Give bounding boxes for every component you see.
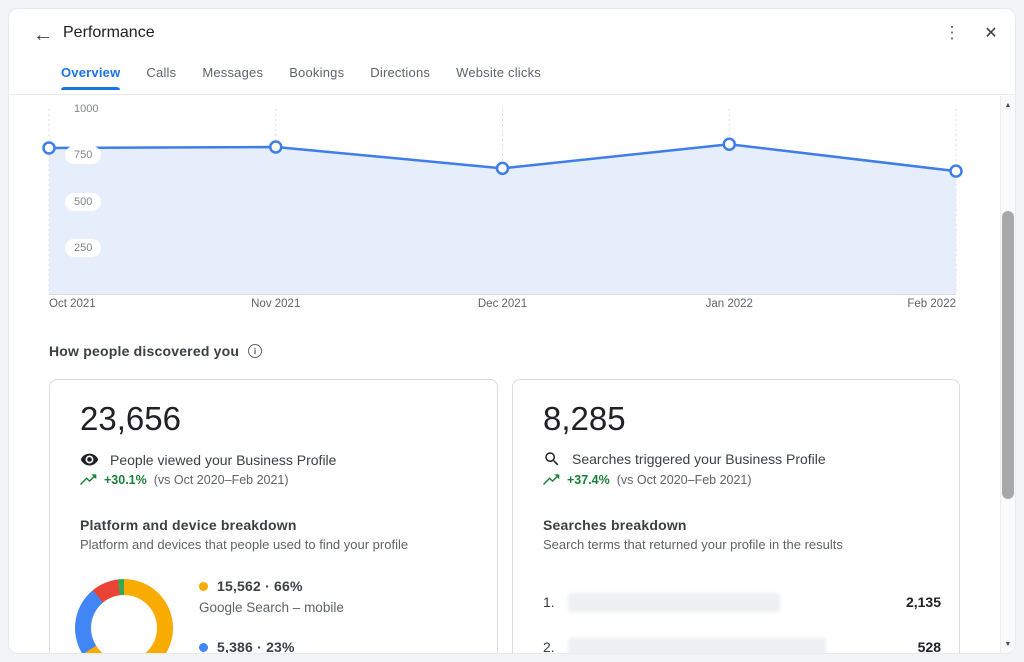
- views-delta-row: +30.1% (vs Oct 2020–Feb 2021): [80, 473, 289, 487]
- searches-breakdown-title: Searches breakdown: [543, 517, 687, 533]
- tab-messages[interactable]: Messages: [202, 58, 263, 90]
- views-delta: +30.1%: [104, 473, 147, 487]
- searches-breakdown-subtitle: Search terms that returned your profile …: [543, 537, 843, 552]
- searches-label: Searches triggered your Business Profile: [572, 451, 826, 467]
- trending-up-icon: [80, 474, 97, 486]
- search-icon: [543, 450, 561, 468]
- legend-item-mobile: 15,562 · 66%: [199, 578, 303, 594]
- card-profile-views: 23,656 People viewed your Business Profi…: [49, 379, 498, 654]
- platform-donut-chart[interactable]: [75, 579, 173, 654]
- search-term-row: 2. 528: [543, 636, 941, 654]
- search-term-value: 528: [918, 639, 941, 654]
- x-tick-label: Nov 2021: [236, 298, 316, 310]
- section-title-text: How people discovered you: [49, 343, 239, 359]
- legend-dot-orange: [199, 582, 208, 591]
- x-tick-label: Feb 2022: [876, 298, 956, 310]
- donut-hole: [91, 595, 157, 654]
- views-count: 23,656: [80, 400, 181, 438]
- views-trend-chart[interactable]: [9, 101, 1015, 301]
- search-term-redacted: [568, 593, 780, 612]
- back-arrow-icon[interactable]: ←: [29, 21, 57, 49]
- tab-bar: Overview Calls Messages Bookings Directi…: [61, 58, 541, 90]
- y-tick-label: 250: [65, 239, 101, 257]
- scroll-up-icon[interactable]: ▲: [1001, 98, 1015, 112]
- searches-label-row: Searches triggered your Business Profile: [543, 450, 826, 468]
- tab-bookings[interactable]: Bookings: [289, 58, 344, 90]
- searches-count: 8,285: [543, 400, 626, 438]
- y-tick-label: 750: [65, 146, 101, 164]
- close-icon[interactable]: ✕: [978, 20, 1004, 46]
- section-title-discovery: How people discovered you i: [49, 343, 262, 359]
- tab-website-clicks[interactable]: Website clicks: [456, 58, 541, 90]
- legend-sublabel-mobile: Google Search – mobile: [199, 600, 344, 615]
- scroll-down-icon[interactable]: ▼: [1001, 637, 1015, 651]
- searches-delta-context: (vs Oct 2020–Feb 2021): [617, 473, 752, 487]
- views-delta-context: (vs Oct 2020–Feb 2021): [154, 473, 289, 487]
- page-title: Performance: [63, 24, 155, 42]
- legend-item-blue: 5,386 · 23%: [199, 639, 295, 654]
- x-tick-label: Dec 2021: [463, 298, 543, 310]
- search-term-redacted: [568, 638, 826, 655]
- legend-value-mobile: 15,562 · 66%: [217, 578, 303, 594]
- platform-breakdown-subtitle: Platform and devices that people used to…: [80, 537, 408, 552]
- eye-icon: [80, 450, 99, 469]
- tab-overview[interactable]: Overview: [61, 58, 120, 90]
- search-term-rank: 2.: [543, 639, 568, 654]
- legend-dot-blue: [199, 643, 208, 652]
- searches-delta-row: +37.4% (vs Oct 2020–Feb 2021): [543, 473, 752, 487]
- x-tick-label: Oct 2021: [49, 298, 129, 310]
- search-term-rank: 1.: [543, 594, 568, 610]
- info-icon[interactable]: i: [248, 344, 262, 358]
- search-term-value: 2,135: [906, 594, 941, 610]
- y-tick-label: 500: [65, 193, 101, 211]
- scrollbar[interactable]: ▲ ▼: [1000, 96, 1015, 653]
- scrollbar-thumb[interactable]: [1002, 211, 1014, 499]
- card-searches: 8,285 Searches triggered your Business P…: [512, 379, 960, 654]
- header-divider: [9, 94, 1016, 95]
- views-label: People viewed your Business Profile: [110, 452, 336, 468]
- searches-delta: +37.4%: [567, 473, 610, 487]
- platform-breakdown-title: Platform and device breakdown: [80, 517, 297, 533]
- more-options-icon[interactable]: ⋮: [939, 20, 965, 46]
- tab-directions[interactable]: Directions: [370, 58, 430, 90]
- search-term-row: 1. 2,135: [543, 591, 941, 613]
- trending-up-icon: [543, 474, 560, 486]
- tab-calls[interactable]: Calls: [146, 58, 176, 90]
- legend-value-blue: 5,386 · 23%: [217, 639, 295, 654]
- y-tick-label: 1000: [65, 100, 107, 118]
- x-tick-label: Jan 2022: [689, 298, 769, 310]
- views-label-row: People viewed your Business Profile: [80, 450, 336, 469]
- performance-panel: ← Performance ⋮ ✕ Overview Calls Message…: [8, 8, 1016, 654]
